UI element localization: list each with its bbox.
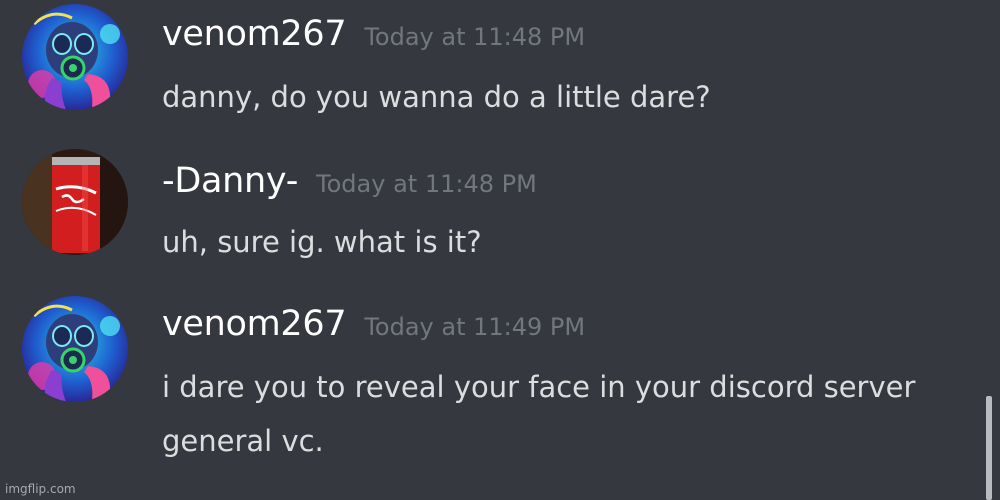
message-text-line: i dare you to reveal your face in your d… <box>162 370 916 404</box>
user-avatar[interactable] <box>22 149 128 255</box>
user-avatar[interactable] <box>22 296 128 402</box>
gas-mask-character-icon <box>22 296 128 402</box>
watermark: imgflip.com <box>5 482 76 496</box>
chat-message: -Danny- Today at 11:48 PM uh, sure ig. w… <box>0 145 980 290</box>
message-header: venom267 Today at 11:49 PM <box>162 304 585 344</box>
chat-message: venom267 Today at 11:48 PM danny, do you… <box>0 0 980 145</box>
username[interactable]: venom267 <box>162 304 347 344</box>
scrollbar-thumb[interactable] <box>986 396 992 500</box>
message-text-line: danny, do you wanna do a little dare? <box>162 80 711 114</box>
message-header: -Danny- Today at 11:48 PM <box>162 161 537 201</box>
timestamp: Today at 11:48 PM <box>364 23 586 51</box>
message-text-line: general vc. <box>162 424 324 458</box>
chat-log: venom267 Today at 11:48 PM danny, do you… <box>0 0 1000 500</box>
timestamp: Today at 11:48 PM <box>316 170 537 198</box>
username[interactable]: -Danny- <box>162 161 298 201</box>
coca-cola-can-icon <box>22 149 128 255</box>
message-content: danny, do you wanna do a little dare? <box>162 70 711 124</box>
message-content: uh, sure ig. what is it? <box>162 215 482 269</box>
message-content: i dare you to reveal your face in your d… <box>162 360 915 468</box>
user-avatar[interactable] <box>22 4 128 110</box>
gas-mask-character-icon <box>22 4 128 110</box>
message-text-line: uh, sure ig. what is it? <box>162 225 482 259</box>
message-header: venom267 Today at 11:48 PM <box>162 14 585 54</box>
username[interactable]: venom267 <box>162 14 347 54</box>
chat-message: venom267 Today at 11:49 PM i dare you to… <box>0 290 980 480</box>
timestamp: Today at 11:49 PM <box>364 313 586 341</box>
